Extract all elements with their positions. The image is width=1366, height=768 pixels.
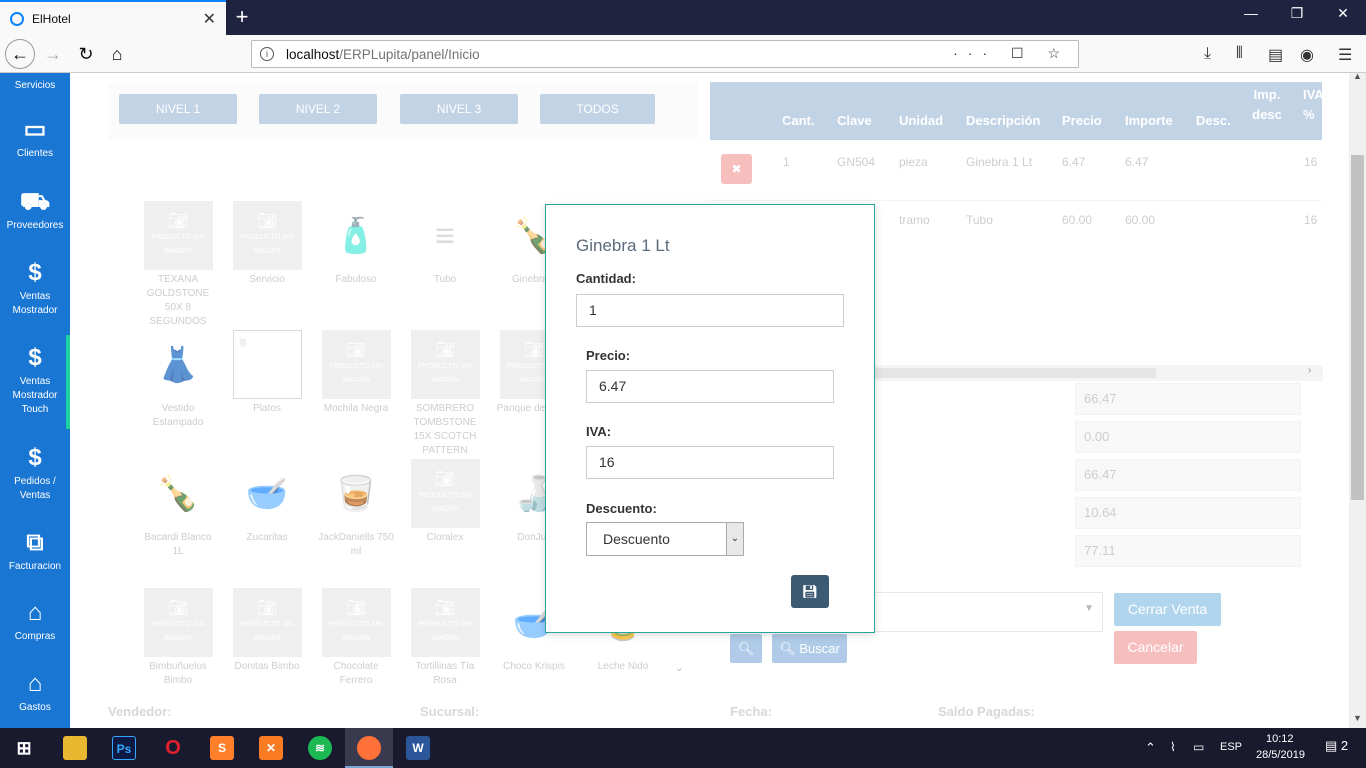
photoshop-icon[interactable]: Ps <box>112 736 136 760</box>
edit-product-modal: Ginebra 1 Lt Cantidad: 1 Precio: 6.47 IV… <box>545 204 875 633</box>
battery-icon[interactable]: ▭ <box>1193 740 1204 754</box>
url-host: localhost <box>286 46 340 62</box>
url-actions[interactable]: ··· ☐ ☆ <box>953 45 1070 62</box>
sidebar-item-clientes[interactable]: ▭ Clientes <box>0 115 70 161</box>
firefox-icon[interactable] <box>357 736 381 760</box>
file-explorer-icon[interactable] <box>63 736 87 760</box>
descuento-label: Descuento: <box>586 501 657 516</box>
modal-title: Ginebra 1 Lt <box>576 236 670 255</box>
opera-icon[interactable]: O <box>161 736 185 760</box>
word-icon[interactable]: W <box>406 736 430 760</box>
sublime-text-icon[interactable]: S <box>210 736 234 760</box>
precio-label: Precio: <box>586 348 631 363</box>
url-bar[interactable]: i localhost/ERPLupita/panel/Inicio ··· ☐… <box>251 40 1079 68</box>
shopping-bag-icon: ⌂ <box>27 670 43 697</box>
app-sidebar: Servicios ▭ Clientes ⛟ Proveedores $ Ven… <box>0 73 70 728</box>
floppy-disk-icon: 💾︎ <box>801 584 819 599</box>
minimize-button[interactable]: — <box>1228 5 1274 21</box>
reload-button[interactable]: ↻ <box>71 39 101 69</box>
sidebar-item-label: Compras <box>14 631 56 642</box>
language-indicator[interactable]: ESP <box>1220 741 1242 753</box>
page-scrollbar[interactable]: ▲ ▼ <box>1349 71 1366 728</box>
home-button[interactable]: ⌂ <box>102 39 132 69</box>
notifications-icon[interactable]: ▤ 2 <box>1325 738 1348 754</box>
maximize-button[interactable]: ❐ <box>1274 5 1320 22</box>
shopping-bag-icon: ⌂ <box>27 599 43 626</box>
sidebar-item-facturacion[interactable]: ⧉ Facturacion <box>0 528 70 574</box>
clock-date[interactable]: 28/5/2019 <box>1256 749 1305 761</box>
descuento-value: Descuento <box>603 531 670 547</box>
iva-input[interactable]: 16 <box>586 446 834 479</box>
menu-icon[interactable]: ☰ <box>1338 45 1352 65</box>
sidebar-item-label: Proveedores <box>6 220 64 231</box>
sidebar-item-pedidos-ventas[interactable]: $ Pedidos / Ventas <box>0 443 70 503</box>
scroll-down-icon[interactable]: ▼ <box>1353 713 1362 723</box>
wifi-icon[interactable]: ⌇ <box>1170 740 1176 754</box>
download-icon[interactable]: ⤓ <box>1204 45 1211 63</box>
sidebar-item-ventas-mostrador[interactable]: $ Ventas Mostrador <box>0 258 70 318</box>
tab-title: ElHotel <box>32 11 71 26</box>
navigation-bar: ← → ↻ ⌂ i localhost/ERPLupita/panel/Inic… <box>0 35 1366 73</box>
sidebar-item-label: Facturacion <box>8 561 62 572</box>
truck-icon: ⛟ <box>19 188 51 215</box>
iva-label: IVA: <box>586 424 612 439</box>
dollar-icon: $ <box>28 344 42 371</box>
sidebar-item-label: Pedidos / Ventas <box>14 476 56 501</box>
scrollbar-thumb[interactable] <box>1351 155 1364 500</box>
sidebar-item-gastos[interactable]: ⌂ Gastos <box>0 669 70 715</box>
clock-time[interactable]: 10:12 <box>1266 733 1294 745</box>
close-window-button[interactable]: ✕ <box>1320 5 1366 22</box>
url-path: /ERPLupita/panel/Inicio <box>339 46 480 62</box>
spotify-icon[interactable]: ≋ <box>308 736 332 760</box>
back-button[interactable]: ← <box>5 39 35 69</box>
sidebar-item-label: Gastos <box>19 702 51 713</box>
credit-card-icon: ▭ <box>23 116 47 143</box>
dollar-icon: $ <box>28 259 42 286</box>
precio-input[interactable]: 6.47 <box>586 370 834 403</box>
new-tab-button[interactable]: + <box>230 4 254 30</box>
sidebar-item-label: Ventas Mostrador <box>12 291 58 316</box>
save-button[interactable]: 💾︎ <box>791 575 829 608</box>
copy-icon: ⧉ <box>26 529 44 556</box>
browser-tab-bar: ElHotel ✕ + — ❐ ✕ <box>0 0 1366 35</box>
xampp-icon[interactable]: ✕ <box>259 736 283 760</box>
cantidad-label: Cantidad: <box>576 271 636 286</box>
sidebar-item-servicios[interactable]: Servicios <box>0 79 70 93</box>
favicon-icon <box>10 11 24 26</box>
chevron-down-icon[interactable]: ⌄ <box>726 523 743 555</box>
forward-button[interactable]: → <box>38 39 68 69</box>
sidebar-item-ventas-mostrador-touch[interactable]: $ Ventas Mostrador Touch <box>0 343 70 417</box>
descuento-select[interactable]: Descuento ⌄ <box>586 522 744 556</box>
sidebar-item-proveedores[interactable]: ⛟ Proveedores <box>0 187 70 233</box>
account-icon[interactable]: ◉ <box>1300 45 1314 65</box>
sidebar-item-compras[interactable]: ⌂ Compras <box>0 598 70 644</box>
close-tab-icon[interactable]: ✕ <box>203 9 216 29</box>
sidebar-toggle-icon[interactable]: ▤ <box>1268 45 1283 65</box>
dollar-icon: $ <box>28 444 42 471</box>
sidebar-item-label: Servicios <box>14 80 56 91</box>
windows-taskbar: ⊞ Ps O S ✕ ≋ W ⌃ ⌇ ▭ ESP 10:12 28/5/2019… <box>0 728 1366 768</box>
sidebar-item-label: Ventas Mostrador Touch <box>12 376 58 415</box>
scroll-up-icon[interactable]: ▲ <box>1353 71 1362 81</box>
info-icon[interactable]: i <box>260 47 274 61</box>
tray-expand-icon[interactable]: ⌃ <box>1145 740 1156 756</box>
cantidad-input[interactable]: 1 <box>576 294 844 327</box>
library-icon[interactable]: ⫴ <box>1236 45 1243 63</box>
start-icon[interactable]: ⊞ <box>12 736 36 760</box>
notification-count: 2 <box>1340 738 1349 753</box>
sidebar-item-label: Clientes <box>16 148 54 159</box>
browser-tab[interactable]: ElHotel ✕ <box>0 0 226 35</box>
